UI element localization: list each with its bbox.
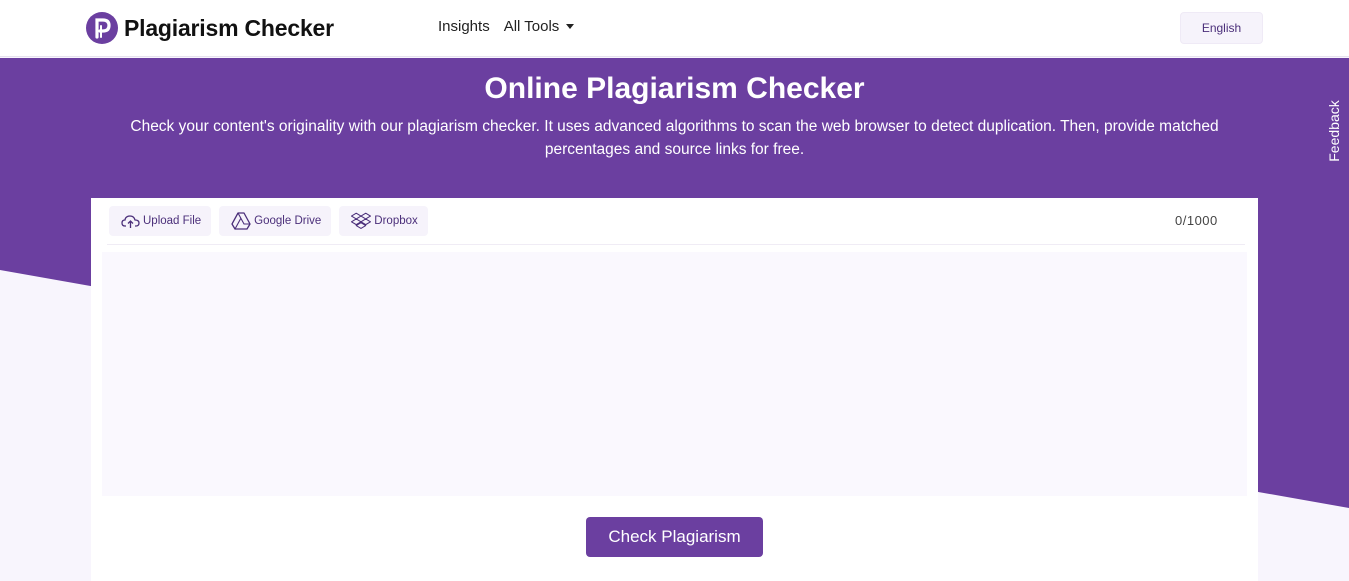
language-selector[interactable]: English xyxy=(1180,12,1263,44)
dropbox-icon xyxy=(351,212,372,229)
logo-p-icon xyxy=(86,12,118,44)
feedback-tab[interactable]: Feedback xyxy=(1322,98,1346,164)
toolbar-divider xyxy=(107,244,1245,245)
cloud-upload-icon xyxy=(121,215,140,228)
content-textarea[interactable] xyxy=(102,252,1247,496)
check-plagiarism-button[interactable]: Check Plagiarism xyxy=(586,517,763,557)
dropbox-label: Dropbox xyxy=(374,215,418,227)
dropbox-button[interactable]: Dropbox xyxy=(339,206,428,236)
brand-logo[interactable]: Plagiarism Checker xyxy=(86,12,334,44)
upload-file-button[interactable]: Upload File xyxy=(109,206,212,236)
upload-file-label: Upload File xyxy=(143,215,202,227)
chevron-down-icon xyxy=(566,24,575,29)
character-counter: 0/1000 xyxy=(1175,213,1218,228)
feedback-label: Feedback xyxy=(1326,100,1342,162)
page-title: Online Plagiarism Checker xyxy=(484,72,865,105)
page-subtitle: Check your content's originality with ou… xyxy=(130,118,1219,158)
google-drive-button[interactable]: Google Drive xyxy=(219,206,332,236)
google-drive-label: Google Drive xyxy=(254,215,322,227)
nav-all-tools[interactable]: All Tools xyxy=(504,18,575,35)
source-toolbar: Upload File Google Drive Dropbox xyxy=(109,206,436,236)
checker-card: Upload File Google Drive Dropbox 0/1000 … xyxy=(91,198,1258,581)
nav-insights[interactable]: Insights xyxy=(438,18,490,35)
brand-name: Plagiarism Checker xyxy=(124,14,334,41)
google-drive-icon xyxy=(231,212,251,230)
top-navbar: Plagiarism Checker Insights All Tools En… xyxy=(0,0,1349,57)
main-nav: Insights All Tools xyxy=(438,18,575,35)
nav-all-tools-label: All Tools xyxy=(503,18,560,35)
